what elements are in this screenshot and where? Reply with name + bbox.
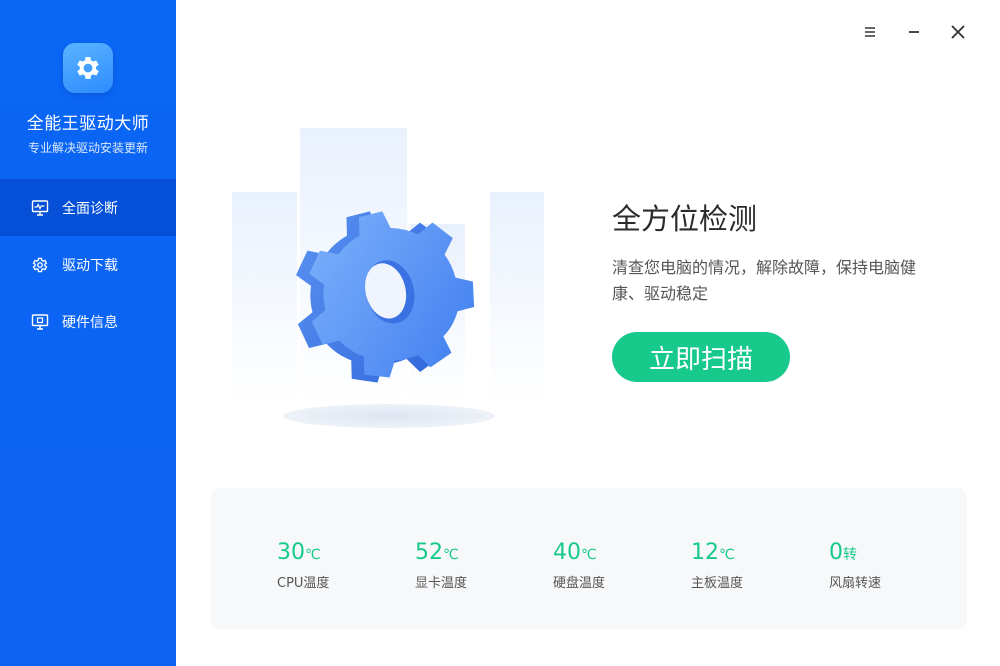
close-button[interactable]: [946, 18, 970, 46]
stat-board-temp: 12℃ 主板温度: [691, 540, 801, 591]
gear-icon: [77, 57, 99, 79]
stat-label: 风扇转速: [829, 576, 882, 591]
stat-value: 52℃: [415, 540, 459, 565]
hero-illustration: [222, 120, 552, 440]
hero-description: 清查您电脑的情况，解除故障，保持电脑健康、驱动稳定: [612, 258, 917, 303]
stat-label: CPU温度: [277, 576, 330, 591]
stat-disk-temp: 40℃ 硬盘温度: [553, 540, 663, 591]
stat-label: 显卡温度: [415, 576, 468, 591]
sidebar-nav: 全面诊断 驱动下载 硬件信息: [0, 179, 176, 350]
stat-label: 硬盘温度: [553, 576, 606, 591]
sidebar-item-label: 全面诊断: [62, 200, 118, 217]
minimize-icon: [909, 31, 919, 33]
sidebar-item-hardware-info[interactable]: 硬件信息: [0, 293, 176, 350]
menu-button[interactable]: [858, 18, 882, 46]
stat-fan-speed: 0转 风扇转速: [829, 540, 939, 591]
app-subtitle: 专业解决驱动安装更新: [27, 141, 148, 155]
stat-value: 40℃: [553, 540, 597, 565]
stat-unit: ℃: [305, 547, 321, 563]
menu-icon: [865, 27, 875, 37]
hardware-stats-panel: 30℃ CPU温度 52℃ 显卡温度 40℃ 硬盘温度 12℃ 主板温度 0转 …: [211, 488, 967, 630]
stat-label: 主板温度: [691, 576, 744, 591]
app-logo: [63, 43, 113, 93]
stat-value: 0转: [829, 540, 857, 565]
stat-value: 12℃: [691, 540, 735, 565]
scan-now-button[interactable]: 立即扫描: [612, 332, 790, 382]
sidebar-item-driver-download[interactable]: 驱动下载: [0, 236, 176, 293]
stat-unit: ℃: [581, 547, 597, 563]
monitor-pulse-icon: [30, 198, 50, 218]
stat-unit: ℃: [719, 547, 735, 563]
sidebar: 全能王驱动大师 专业解决驱动安装更新 全面诊断 驱动下载 硬件信息: [0, 0, 176, 666]
stat-unit: ℃: [443, 547, 459, 563]
close-icon: [951, 25, 965, 39]
sidebar-item-diagnosis[interactable]: 全面诊断: [0, 179, 176, 236]
app-title: 全能王驱动大师: [26, 114, 150, 134]
hero-title: 全方位检测: [612, 202, 758, 236]
minimize-button[interactable]: [902, 18, 926, 46]
sidebar-item-label: 硬件信息: [62, 314, 118, 331]
stat-unit: 转: [843, 547, 857, 563]
stat-gpu-temp: 52℃ 显卡温度: [415, 540, 525, 591]
monitor-info-icon: [30, 312, 50, 332]
stat-value: 30℃: [277, 540, 321, 565]
sidebar-item-label: 驱动下载: [62, 257, 118, 274]
stat-cpu-temp: 30℃ CPU温度: [277, 540, 387, 591]
gear-cog-icon: [30, 255, 50, 275]
